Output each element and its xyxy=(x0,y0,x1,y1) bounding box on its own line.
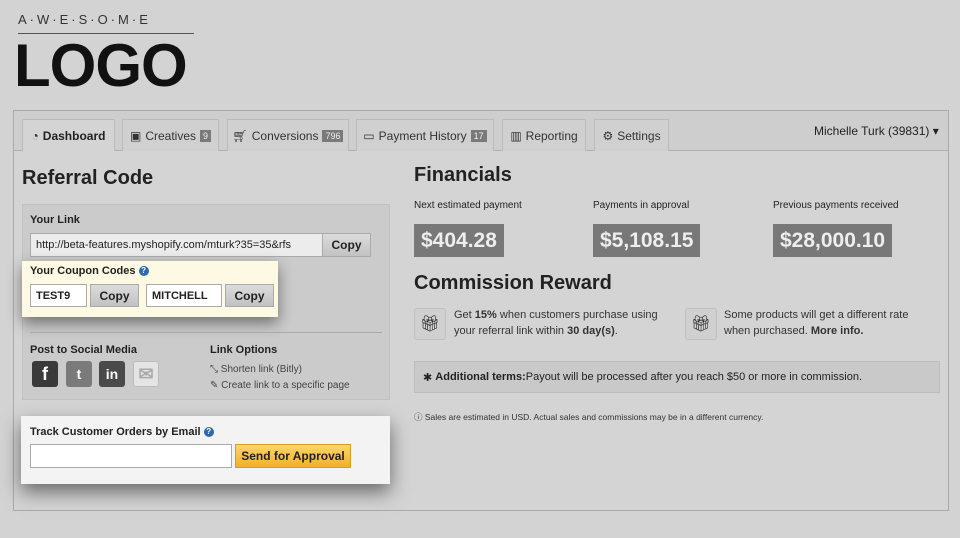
bar-chart-icon: ▥ xyxy=(510,128,522,143)
facebook-icon[interactable]: f xyxy=(32,361,58,387)
days: 30 day(s) xyxy=(567,325,615,337)
referral-link-field[interactable]: http://beta-features.myshopify.com/mturk… xyxy=(30,233,323,257)
tab-creatives[interactable]: ▣ Creatives 9 xyxy=(122,119,219,151)
send-for-approval-button[interactable]: Send for Approval xyxy=(235,444,351,468)
commission-title: Commission Reward xyxy=(414,272,612,294)
tab-dashboard[interactable]: ◔ Dashboard xyxy=(22,119,115,151)
compress-icon: ⤡ xyxy=(210,364,218,375)
currency-note: ⓘ Sales are estimated in USD. Actual sal… xyxy=(414,411,763,423)
help-icon[interactable]: ? xyxy=(138,266,149,277)
twitter-icon[interactable]: t xyxy=(66,361,92,387)
shorten-link[interactable]: ⤡ Shorten link (Bitly) xyxy=(210,364,302,375)
gift-icon: 🎁︎ xyxy=(685,308,717,340)
linkedin-icon[interactable]: in xyxy=(99,361,125,387)
cart-icon: 🛒︎ xyxy=(232,128,248,143)
money-icon: ▭ xyxy=(363,128,375,143)
tab-payment-history[interactable]: ▭ Payment History 17 xyxy=(356,119,494,151)
financial-label: Next estimated payment xyxy=(414,200,522,211)
previous-payments-value: $28,000.10 xyxy=(773,224,893,257)
more-info-link[interactable]: More info. xyxy=(811,325,864,337)
specific-page-link[interactable]: ✎ Create link to a specific page xyxy=(210,380,350,391)
email-input[interactable] xyxy=(30,444,232,468)
dashboard-icon: ◔ xyxy=(31,128,39,143)
tab-label: Creatives xyxy=(145,128,196,143)
copy-coupon-button[interactable]: Copy xyxy=(225,284,274,307)
terms-label: Additional terms: xyxy=(435,371,526,383)
next-payment-value: $404.28 xyxy=(414,224,504,257)
approval-payments-value: $5,108.15 xyxy=(593,224,701,257)
tab-settings[interactable]: ⚙ Settings xyxy=(594,119,669,151)
email-icon[interactable]: ✉ xyxy=(133,361,159,387)
t: . xyxy=(614,325,618,337)
track-label-text: Track Customer Orders by Email xyxy=(30,426,201,438)
tab-reporting[interactable]: ▥ Reporting xyxy=(502,119,586,151)
tab-badge: 17 xyxy=(470,129,487,142)
t: Get xyxy=(454,309,475,321)
tab-badge: 9 xyxy=(200,129,212,142)
social-label: Post to Social Media xyxy=(30,344,137,356)
referral-title: Referral Code xyxy=(22,167,154,189)
reward-products-text: Some products will get a different rate … xyxy=(724,307,908,339)
note-text: Sales are estimated in USD. Actual sales… xyxy=(424,412,764,422)
terms-text: Payout will be processed after you reach… xyxy=(525,371,863,383)
copy-link-button[interactable]: Copy xyxy=(322,233,371,257)
t: when customers purchase using xyxy=(496,309,658,321)
specific-page-text: Create link to a specific page xyxy=(221,380,350,391)
track-orders-label: Track Customer Orders by Email ? xyxy=(30,426,214,438)
rate: 15% xyxy=(474,309,497,321)
tab-badge: 796 xyxy=(322,129,344,142)
edit-icon: ✎ xyxy=(210,380,219,391)
user-menu[interactable]: Michelle Turk (39831) ▾ xyxy=(814,124,939,138)
reward-rate-text: Get 15% when customers purchase using yo… xyxy=(454,307,658,339)
financials-title: Financials xyxy=(414,164,512,186)
coupon-label-text: Your Coupon Codes xyxy=(30,265,136,277)
tab-label: Conversions xyxy=(251,128,319,143)
gear-icon: ⚙ xyxy=(602,128,614,143)
gift-icon: 🎁︎ xyxy=(414,308,446,340)
coupon-code-field[interactable]: MITCHELL xyxy=(146,284,222,307)
tab-label: Reporting xyxy=(525,128,578,143)
coupon-code-field[interactable]: TEST9 xyxy=(30,284,87,307)
help-icon[interactable]: ? xyxy=(203,427,214,438)
divider xyxy=(30,332,382,333)
financial-label: Previous payments received xyxy=(773,200,899,211)
tab-label: Settings xyxy=(617,128,661,143)
tab-label: Dashboard xyxy=(42,128,106,143)
info-icon: ⓘ xyxy=(414,412,423,422)
t: Some products will get a different rate xyxy=(724,309,909,321)
link-options-label: Link Options xyxy=(210,344,278,356)
t: when purchased. xyxy=(724,325,811,337)
additional-terms: ✱ Additional terms: Payout will be proce… xyxy=(414,361,940,393)
logo: LOGO xyxy=(14,32,188,99)
tab-label: Payment History xyxy=(378,128,467,143)
financial-label: Payments in approval xyxy=(593,200,690,211)
coupon-codes-label: Your Coupon Codes ? xyxy=(30,265,149,277)
tab-conversions[interactable]: 🛒︎ Conversions 796 xyxy=(227,119,349,151)
t: your referral link within xyxy=(454,325,568,337)
your-link-label: Your Link xyxy=(30,214,80,226)
copy-coupon-button[interactable]: Copy xyxy=(90,284,139,307)
image-icon: ▣ xyxy=(129,128,142,143)
logo-tagline: A·W·E·S·O·M·E xyxy=(18,12,151,27)
asterisk-icon: ✱ xyxy=(423,371,436,384)
shorten-link-text: Shorten link (Bitly) xyxy=(220,364,302,375)
